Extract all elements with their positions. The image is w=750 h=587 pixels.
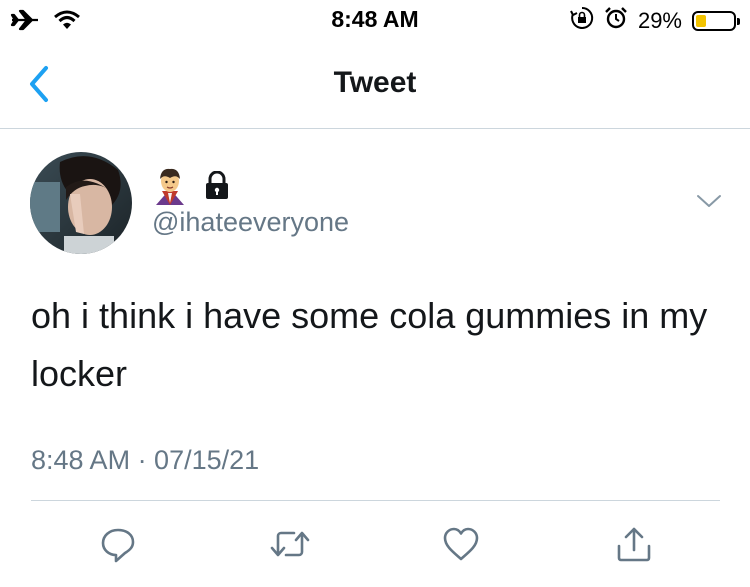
divider xyxy=(31,500,720,501)
share-button[interactable] xyxy=(612,522,656,566)
tweet-menu-button[interactable] xyxy=(694,191,724,211)
chevron-down-icon xyxy=(697,195,721,207)
tweet-timestamp: 8:48 AM · 07/15/21 xyxy=(31,445,260,475)
like-button[interactable] xyxy=(439,522,483,566)
avatar[interactable] xyxy=(30,152,132,254)
retweet-icon xyxy=(270,531,310,557)
tweet-actions xyxy=(0,522,750,566)
tweet-text: oh i think i have some cola gummies in m… xyxy=(31,295,708,394)
orientation-lock-icon xyxy=(570,6,594,35)
nav-bar: Tweet xyxy=(0,40,750,129)
tweet-detail: @ihateeveryone oh i think i have some co… xyxy=(0,129,750,587)
battery-icon xyxy=(692,10,740,31)
battery-percent: 29% xyxy=(637,7,682,33)
status-bar: 8:48 AM 29% xyxy=(0,0,750,40)
reply-icon xyxy=(101,528,135,563)
reply-button[interactable] xyxy=(96,522,140,566)
battery-cap xyxy=(737,17,740,25)
username[interactable]: @ihateeveryone xyxy=(152,207,349,238)
share-icon xyxy=(617,527,651,562)
lock-icon xyxy=(202,170,232,206)
alarm-icon xyxy=(604,6,628,35)
display-name-row xyxy=(152,167,232,210)
retweet-button[interactable] xyxy=(268,522,312,566)
battery-level-fill xyxy=(696,14,706,27)
status-right-icons: 29% xyxy=(570,6,740,35)
vampire-emoji xyxy=(152,167,188,210)
page-title: Tweet xyxy=(333,66,417,99)
heart-icon xyxy=(443,527,479,561)
